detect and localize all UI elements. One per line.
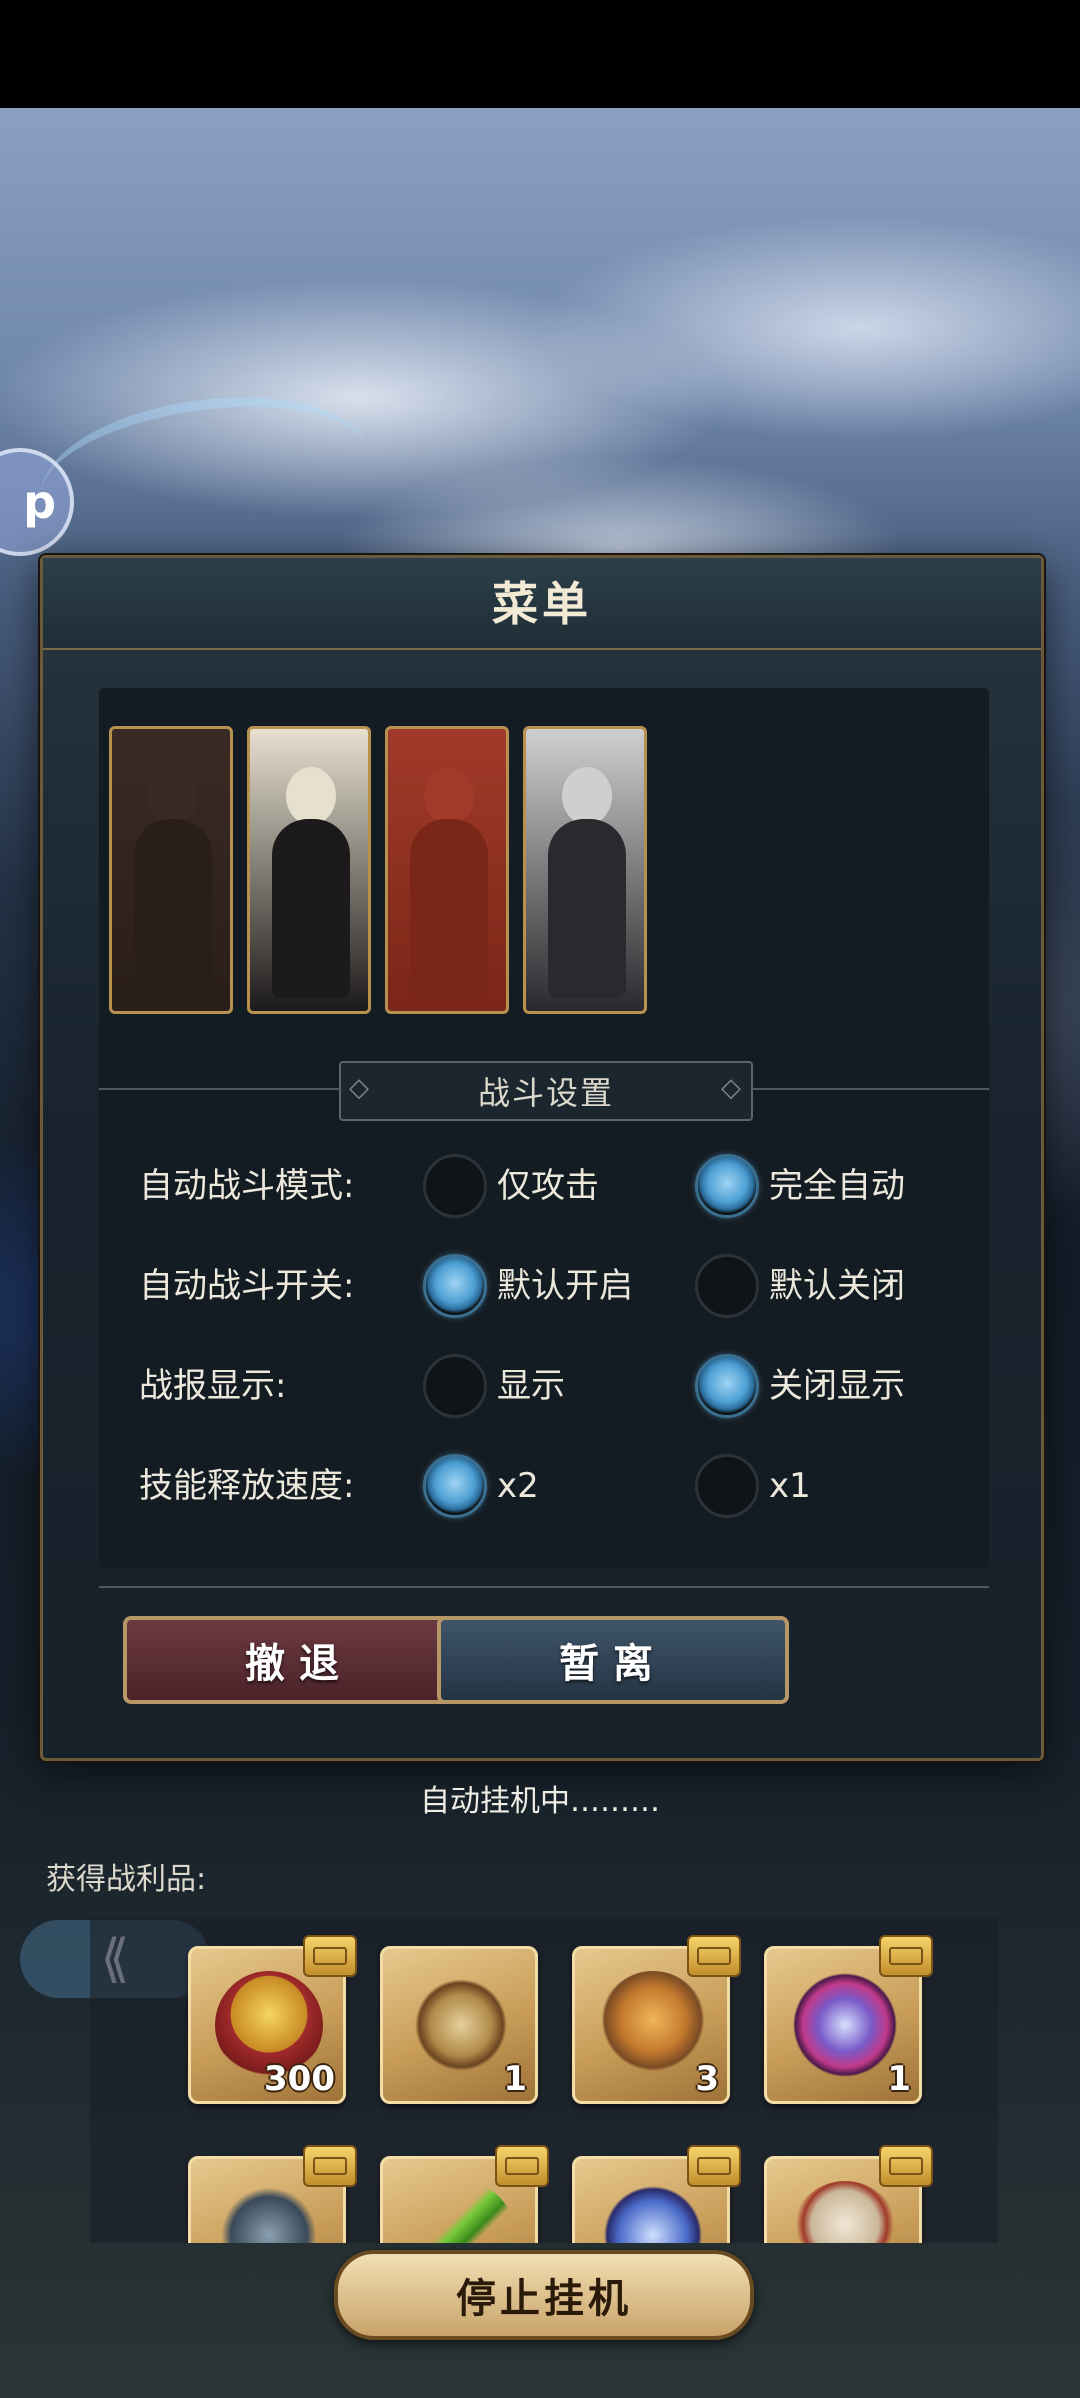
radio-default-off[interactable] bbox=[695, 1254, 759, 1318]
loot-item[interactable] bbox=[380, 2145, 549, 2243]
radio-speed-x1[interactable] bbox=[695, 1454, 759, 1518]
radio-attack-only[interactable] bbox=[423, 1154, 487, 1218]
radio-full-auto[interactable] bbox=[695, 1154, 759, 1218]
menu-title: 菜单 bbox=[492, 577, 592, 631]
character-portrait-2[interactable] bbox=[247, 726, 371, 1014]
character-portrait-1[interactable] bbox=[109, 726, 233, 1014]
radio-speed-x2[interactable] bbox=[423, 1454, 487, 1518]
dragon-orb-icon bbox=[215, 2181, 323, 2243]
option-label: 完全自动 bbox=[769, 1166, 905, 1206]
food-basket-icon bbox=[599, 1971, 707, 2079]
portrait-body bbox=[410, 819, 488, 999]
loot-item[interactable] bbox=[764, 2145, 933, 2243]
portrait-head bbox=[286, 767, 336, 825]
loot-item[interactable]: 1 bbox=[764, 1935, 933, 2104]
loot-count: 1 bbox=[503, 2059, 527, 2099]
loot-grid: 300 1 3 1 bbox=[90, 1918, 998, 2243]
radio-show[interactable] bbox=[423, 1354, 487, 1418]
loot-item[interactable] bbox=[188, 2145, 357, 2243]
option-label: 关闭显示 bbox=[769, 1366, 905, 1406]
portrait-head bbox=[424, 767, 474, 825]
option-label: 默认关闭 bbox=[769, 1266, 905, 1306]
radio-default-on[interactable] bbox=[423, 1254, 487, 1318]
compass-icon bbox=[407, 1971, 515, 2079]
option-label: x2 bbox=[497, 1466, 539, 1506]
portrait-body bbox=[272, 819, 350, 999]
option-label: 显示 bbox=[497, 1366, 565, 1406]
settings-bottom-divider bbox=[99, 1586, 989, 1588]
loot-item[interactable]: 3 bbox=[572, 1935, 741, 2104]
option-label: 默认开启 bbox=[497, 1266, 633, 1306]
option-label: 仅攻击 bbox=[497, 1166, 599, 1206]
bone-relic-icon bbox=[791, 2181, 899, 2243]
loot-item[interactable]: 1 bbox=[380, 1946, 538, 2104]
auto-battle-switch-label: 自动战斗开关: bbox=[139, 1266, 355, 1306]
battle-report-display-label: 战报显示: bbox=[139, 1366, 287, 1406]
character-portrait-3[interactable] bbox=[385, 726, 509, 1014]
crystal-orb-icon bbox=[791, 1971, 899, 2079]
radio-hide[interactable] bbox=[695, 1354, 759, 1418]
chest-badge-icon bbox=[687, 2145, 741, 2187]
portrait-head bbox=[562, 767, 612, 825]
menu-panel: 菜单 战斗设置 自动战斗模式: 仅攻击 完全自动 自动战斗开关: 默认开启 默认… bbox=[40, 555, 1044, 1761]
loot-item[interactable]: 300 bbox=[188, 1935, 357, 2104]
portrait-head bbox=[148, 767, 198, 825]
character-portrait-4[interactable] bbox=[523, 726, 647, 1014]
skill-speed-label: 技能释放速度: bbox=[139, 1466, 355, 1506]
portrait-body bbox=[134, 819, 212, 999]
loot-count: 1 bbox=[887, 2059, 911, 2099]
portrait-body bbox=[548, 819, 626, 999]
blue-orb-icon bbox=[599, 2181, 707, 2243]
loot-label: 获得战利品: bbox=[46, 1862, 207, 1897]
chest-badge-icon bbox=[687, 1935, 741, 1977]
chest-badge-icon bbox=[495, 2145, 549, 2187]
chest-badge-icon bbox=[879, 1935, 933, 1977]
loot-count: 300 bbox=[264, 2059, 335, 2099]
auto-idle-status: 自动挂机中……… bbox=[420, 1784, 660, 1819]
status-bar bbox=[0, 0, 1080, 108]
loot-item[interactable] bbox=[572, 2145, 741, 2243]
green-blade-icon bbox=[407, 2181, 515, 2243]
auto-battle-mode-label: 自动战斗模式: bbox=[139, 1166, 355, 1206]
chest-badge-icon bbox=[303, 1935, 357, 1977]
chest-badge-icon bbox=[303, 2145, 357, 2187]
option-label: x1 bbox=[769, 1466, 811, 1506]
retreat-button[interactable]: 撤退 bbox=[123, 1616, 475, 1704]
stop-idle-button[interactable]: 停止挂机 bbox=[334, 2250, 754, 2340]
battle-settings-title: 战斗设置 bbox=[339, 1061, 753, 1121]
loot-count: 3 bbox=[695, 2059, 719, 2099]
leave-button[interactable]: 暂离 bbox=[437, 1616, 789, 1704]
chest-badge-icon bbox=[879, 2145, 933, 2187]
